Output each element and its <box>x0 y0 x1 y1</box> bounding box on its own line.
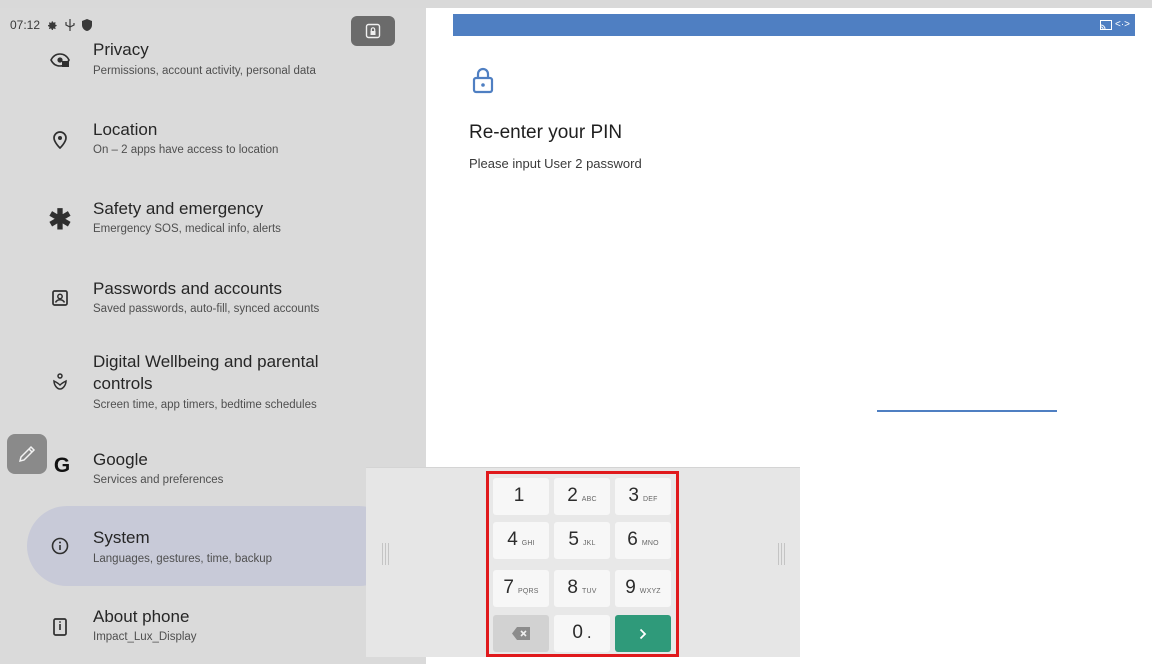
pin-header-bar <box>453 14 1135 36</box>
phone-icon <box>48 615 72 639</box>
top-strip <box>0 0 1152 8</box>
key-1[interactable]: 1 <box>493 478 549 515</box>
screen-lock-icon <box>365 23 381 39</box>
pin-subtitle: Please input User 2 password <box>469 156 642 171</box>
backspace-key[interactable] <box>493 615 549 652</box>
key-number: 2 <box>567 485 578 506</box>
key-number: 0 <box>572 622 583 643</box>
cast-indicator: <·> <box>1099 19 1130 30</box>
settings-item-location[interactable]: Location On – 2 apps have access to loca… <box>0 120 426 180</box>
key-9[interactable]: 9 WXYZ <box>615 570 671 607</box>
key-number: 6 <box>627 529 638 550</box>
google-g-icon: G <box>53 454 71 477</box>
settings-item-privacy[interactable]: Privacy Permissions, account activity, p… <box>0 40 426 100</box>
settings-item-title-line1: Digital Wellbeing and parental <box>93 352 319 371</box>
settings-item-title: Safety and emergency <box>93 199 264 218</box>
key-letters: MNO <box>641 540 659 547</box>
edit-floating-button[interactable] <box>7 434 47 474</box>
numeric-keypad: 1 2 ABC 3 DEF 4 GHI 5 JKL 6 MNO 7 PQRS 8 TUV 9W… <box>486 471 679 657</box>
key-3[interactable]: 3 DEF <box>615 478 671 515</box>
key-letters: ABC <box>581 496 597 503</box>
pencil-icon <box>18 445 36 463</box>
key-letters: GHI <box>521 540 535 547</box>
key-number: 5 <box>568 529 579 550</box>
usb-icon <box>65 19 75 31</box>
keyboard-drag-handle-left[interactable] <box>382 543 390 565</box>
key-4[interactable]: 4 GHI <box>493 522 549 559</box>
settings-item-about-phone[interactable]: About phone Impact_Lux_Display <box>0 607 426 647</box>
key-7[interactable]: 7 PQRS <box>493 570 549 607</box>
settings-item-subtitle: Saved passwords, auto-fill, synced accou… <box>93 303 320 315</box>
settings-item-safety[interactable]: ✱ Safety and emergency Emergency SOS, me… <box>0 199 426 259</box>
key-6[interactable]: 6 MNO <box>615 522 671 559</box>
key-number: 3 <box>628 485 639 506</box>
settings-item-title: About phone <box>93 607 190 626</box>
gear-icon <box>47 20 58 31</box>
status-time: 07:12 <box>10 18 41 32</box>
key-5[interactable]: 5 JKL <box>554 522 610 559</box>
shield-icon <box>82 19 93 31</box>
status-bar: 07:12 <box>10 14 93 36</box>
settings-item-title: Passwords and accounts <box>93 279 282 298</box>
settings-item-title: System <box>93 528 150 547</box>
key-number: 8 <box>567 577 578 598</box>
key-2[interactable]: 2 ABC <box>554 478 610 515</box>
settings-item-title: Location <box>93 120 158 139</box>
key-number: 4 <box>507 529 518 550</box>
pin-title: Re-enter your PIN <box>469 122 623 143</box>
enter-key[interactable] <box>615 615 671 652</box>
key-number: 7 <box>503 577 514 598</box>
account-box-icon <box>48 286 72 310</box>
key-letters: PQRS <box>517 588 539 595</box>
cast-icon <box>1099 19 1112 30</box>
settings-item-title: Google <box>93 450 148 469</box>
chevron-right-icon <box>639 628 647 639</box>
key-letters: DEF <box>642 496 658 503</box>
key-letters: . <box>586 623 592 642</box>
settings-item-subtitle: Services and preferences <box>93 474 224 486</box>
key-letters: TUV <box>581 588 597 595</box>
settings-item-subtitle: On – 2 apps have access to location <box>93 144 279 156</box>
key-number: 1 <box>513 485 525 506</box>
settings-item-google[interactable]: G Google Services and preferences <box>0 450 426 490</box>
keyboard-drag-handle-right[interactable] <box>778 543 786 565</box>
settings-item-wellbeing[interactable]: Digital Wellbeing and parental controls … <box>0 352 426 418</box>
key-8[interactable]: 8 TUV <box>554 570 610 607</box>
swap-arrows-icon: <·> <box>1114 19 1130 30</box>
settings-item-subtitle: Impact_Lux_Display <box>93 631 197 643</box>
lock-icon <box>472 67 494 94</box>
settings-item-subtitle: Emergency SOS, medical info, alerts <box>93 223 281 235</box>
key-letters: JKL <box>582 540 596 547</box>
key-letters: WXYZ <box>639 588 661 595</box>
settings-item-subtitle: Languages, gestures, time, backup <box>93 553 273 565</box>
settings-item-title-line2: controls <box>93 374 153 393</box>
settings-item-subtitle: Screen time, app timers, bedtime schedul… <box>93 399 317 411</box>
settings-item-title: Privacy <box>93 40 149 59</box>
info-icon <box>48 534 72 558</box>
settings-item-subtitle: Permissions, account activity, personal … <box>93 65 316 77</box>
pin-input-field[interactable] <box>877 410 1057 412</box>
wellbeing-icon <box>48 370 72 394</box>
key-number: 9 <box>625 577 636 598</box>
settings-item-system[interactable]: System Languages, gestures, time, backup <box>0 528 426 568</box>
asterisk-icon: ✱ <box>48 203 72 235</box>
settings-item-passwords[interactable]: Passwords and accounts Saved passwords, … <box>0 279 426 339</box>
backspace-icon <box>512 627 530 640</box>
location-pin-icon <box>48 128 72 152</box>
eye-lock-icon <box>48 48 72 72</box>
key-0[interactable]: 0. <box>554 615 610 652</box>
